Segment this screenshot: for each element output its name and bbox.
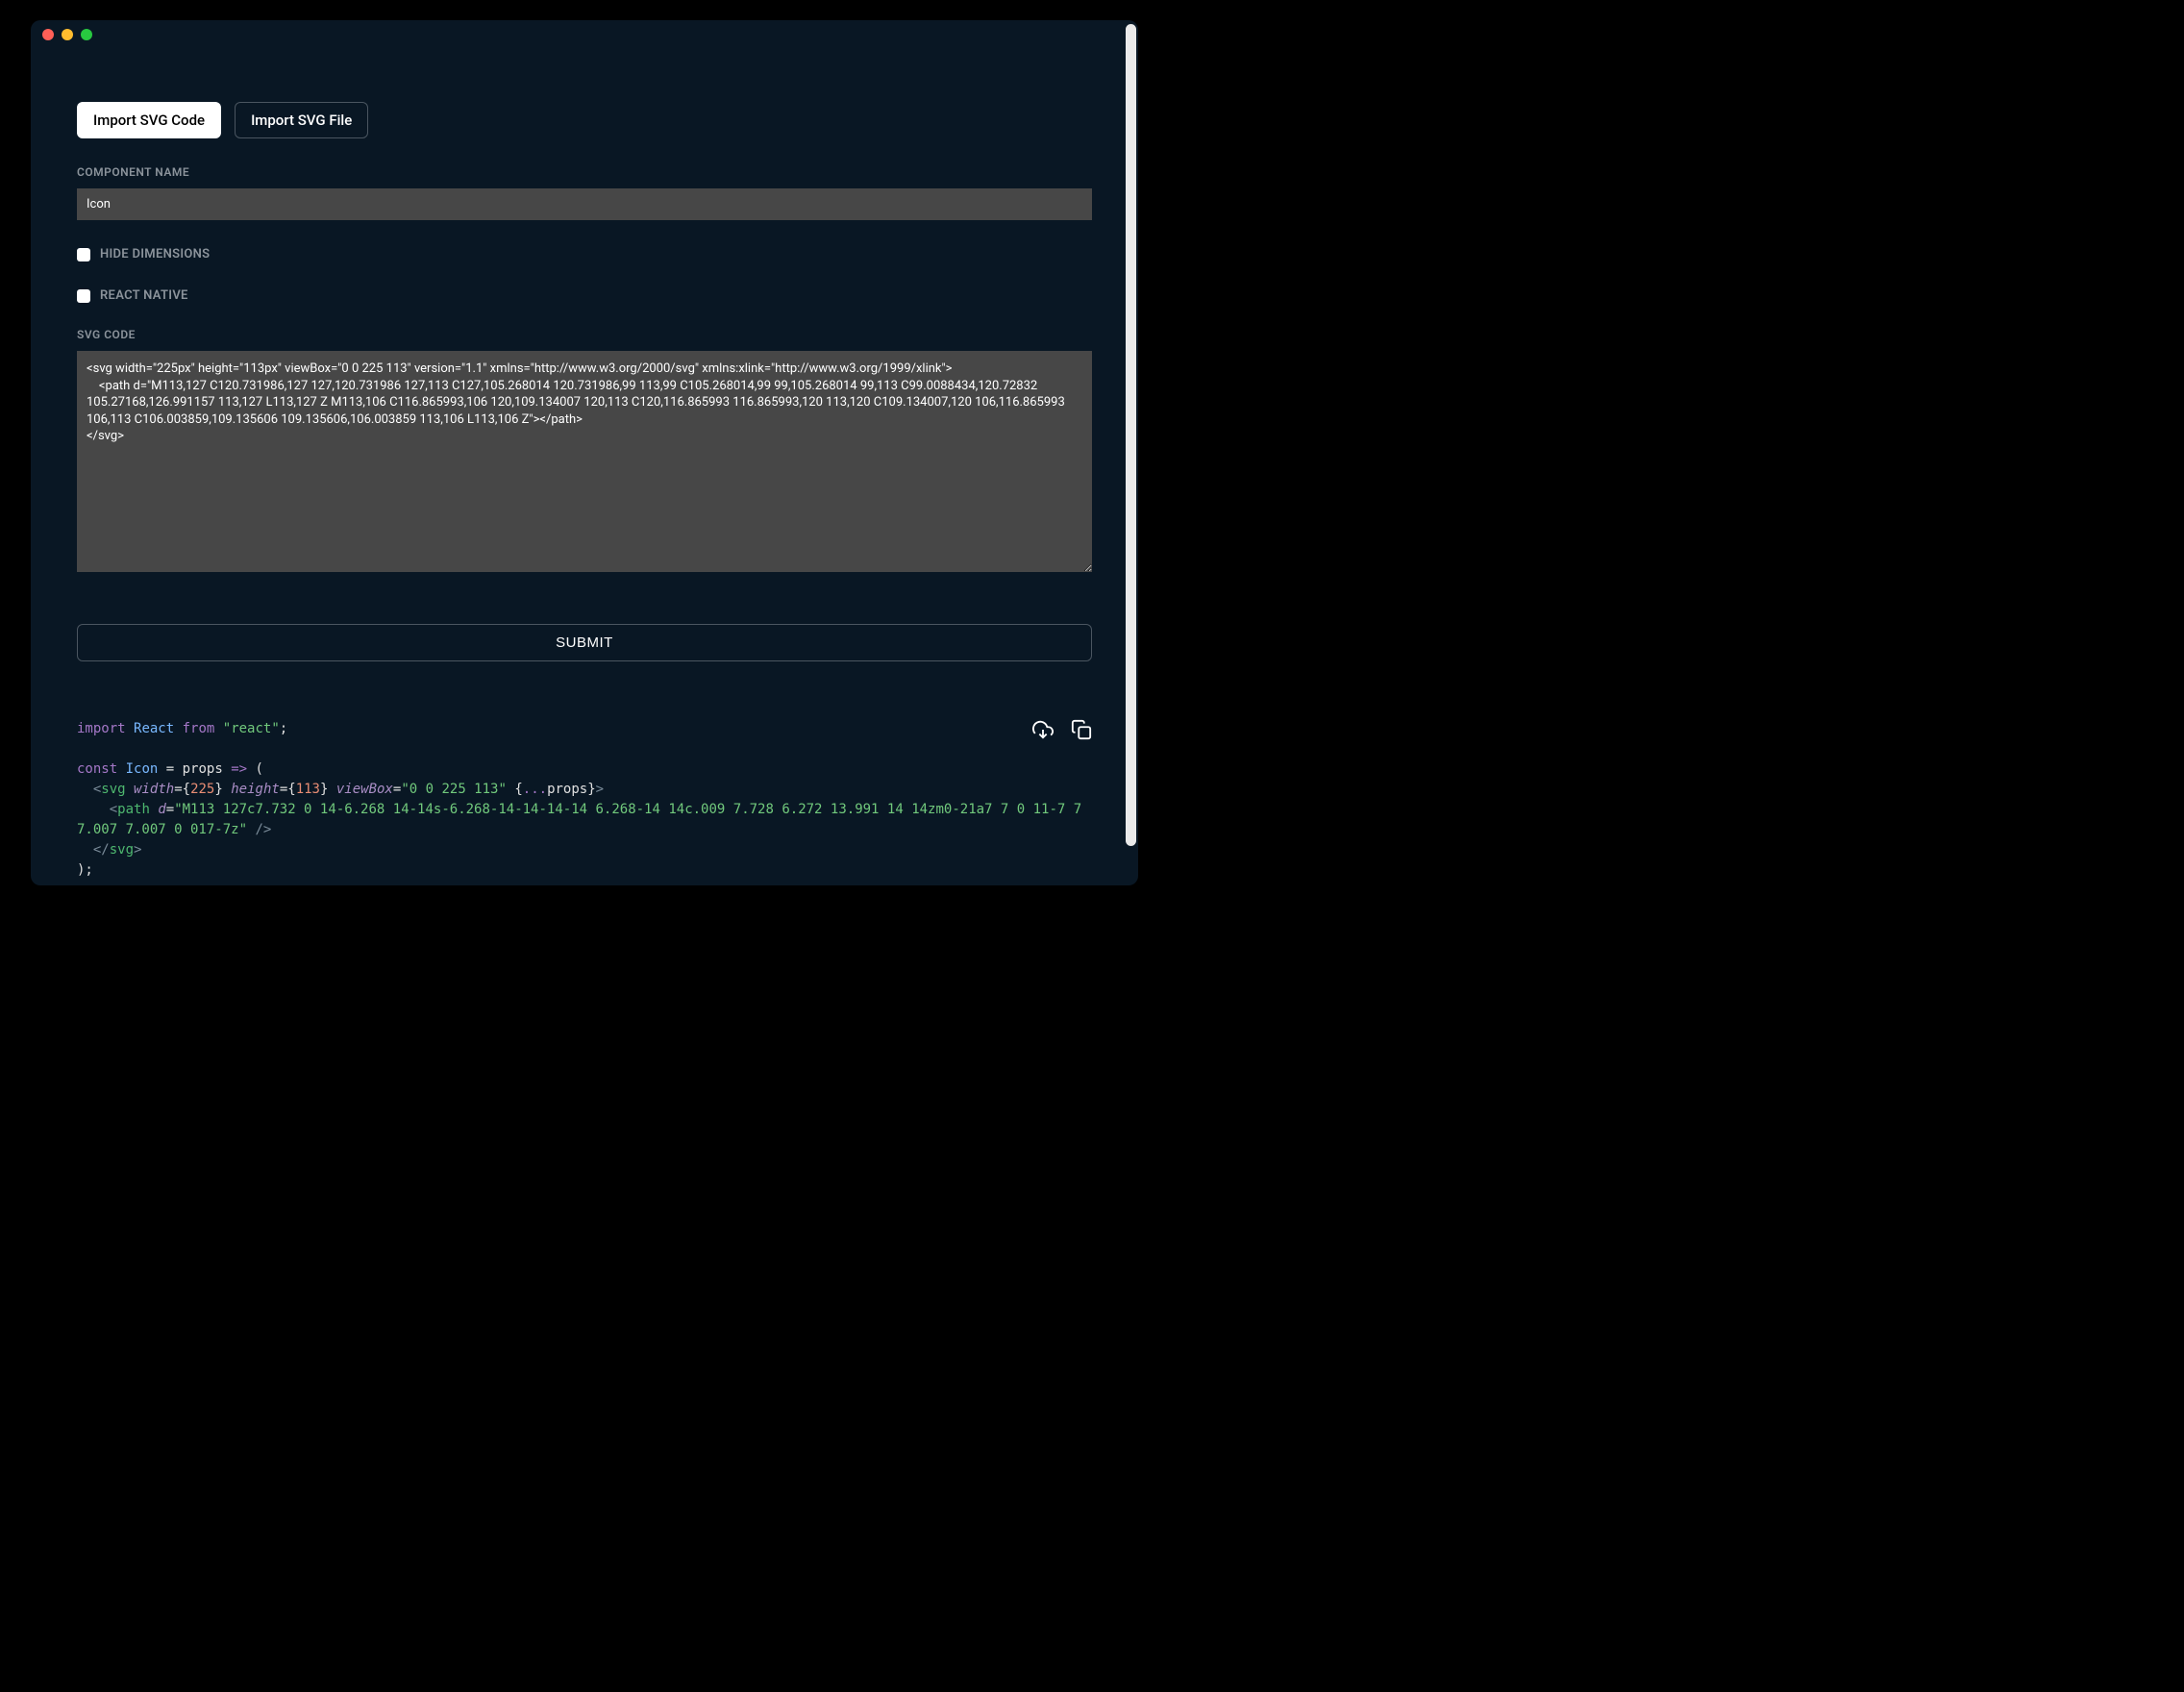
- code-tag-name: path: [117, 802, 150, 817]
- code-tag: >: [134, 842, 141, 858]
- code-punct: =: [280, 782, 287, 797]
- hide-dimensions-checkbox[interactable]: [77, 248, 90, 261]
- code-keyword: from: [183, 721, 215, 736]
- code-punct: ;: [280, 721, 287, 736]
- svg-code-textarea[interactable]: <svg width="225px" height="113px" viewBo…: [77, 351, 1092, 572]
- code-punct: }: [587, 782, 595, 797]
- code-punct: {: [514, 782, 522, 797]
- code-ident: Icon: [126, 761, 159, 777]
- tab-import-svg-code[interactable]: Import SVG Code: [77, 102, 221, 138]
- code-ident: React: [134, 721, 174, 736]
- maximize-window-button[interactable]: [81, 29, 92, 40]
- code-attr: width: [134, 782, 174, 797]
- code-tag: </: [93, 842, 110, 858]
- svg-code-field: SVG CODE <svg width="225px" height="113p…: [77, 328, 1092, 576]
- component-name-input[interactable]: [77, 188, 1092, 220]
- react-native-row: REACT NATIVE: [77, 288, 1092, 303]
- hide-dimensions-row: HIDE DIMENSIONS: [77, 247, 1092, 261]
- code-attr: d: [158, 802, 165, 817]
- code-output: import React from "react"; const Icon = …: [77, 679, 1092, 885]
- code-punct: =: [174, 782, 182, 797]
- code-actions: [1032, 679, 1092, 700]
- content-area: Import SVG Code Import SVG File COMPONEN…: [31, 49, 1138, 885]
- hide-dimensions-label: HIDE DIMENSIONS: [100, 247, 210, 261]
- code-string: "M113 127c7.732 0 14-6.268 14-14s-6.268-…: [77, 802, 1090, 837]
- code-number: 225: [190, 782, 214, 797]
- scrollbar[interactable]: [1126, 24, 1136, 846]
- code-attr: viewBox: [336, 782, 393, 797]
- code-keyword: import: [77, 721, 126, 736]
- tab-import-svg-file[interactable]: Import SVG File: [235, 102, 368, 138]
- import-tabs: Import SVG Code Import SVG File: [77, 102, 1092, 138]
- code-number: 113: [296, 782, 320, 797]
- code-punct: {: [287, 782, 295, 797]
- minimize-window-button[interactable]: [62, 29, 73, 40]
- code-punct: );: [77, 862, 93, 878]
- code-punct: {: [183, 782, 190, 797]
- close-window-button[interactable]: [42, 29, 54, 40]
- code-keyword: const: [77, 761, 117, 777]
- code-string: "react": [223, 721, 280, 736]
- svg-code-label: SVG CODE: [77, 328, 1092, 341]
- code-arrow: =>: [231, 761, 247, 777]
- code-punct: =: [166, 761, 174, 777]
- code-punct: =: [166, 802, 174, 817]
- react-native-label: REACT NATIVE: [100, 288, 188, 303]
- code-punct: (: [256, 761, 263, 777]
- code-ident: props: [183, 761, 223, 777]
- code-tag: >: [596, 782, 604, 797]
- submit-button[interactable]: SUBMIT: [77, 624, 1092, 661]
- app-window: Import SVG Code Import SVG File COMPONEN…: [31, 20, 1138, 885]
- copy-icon[interactable]: [1071, 679, 1092, 700]
- code-ident: props: [547, 782, 587, 797]
- code-tag: <: [110, 802, 117, 817]
- component-name-field: COMPONENT NAME: [77, 165, 1092, 220]
- download-icon[interactable]: [1032, 679, 1054, 700]
- code-tag: />: [255, 822, 271, 837]
- code-string: "0 0 225 113": [401, 782, 507, 797]
- component-name-label: COMPONENT NAME: [77, 165, 1092, 179]
- code-punct: }: [320, 782, 328, 797]
- code-tag-name: svg: [110, 842, 134, 858]
- code-tag-name: svg: [101, 782, 125, 797]
- titlebar: [31, 20, 1138, 49]
- react-native-checkbox[interactable]: [77, 289, 90, 303]
- code-punct: }: [214, 782, 222, 797]
- code-attr: height: [231, 782, 280, 797]
- code-spread: ...: [523, 782, 547, 797]
